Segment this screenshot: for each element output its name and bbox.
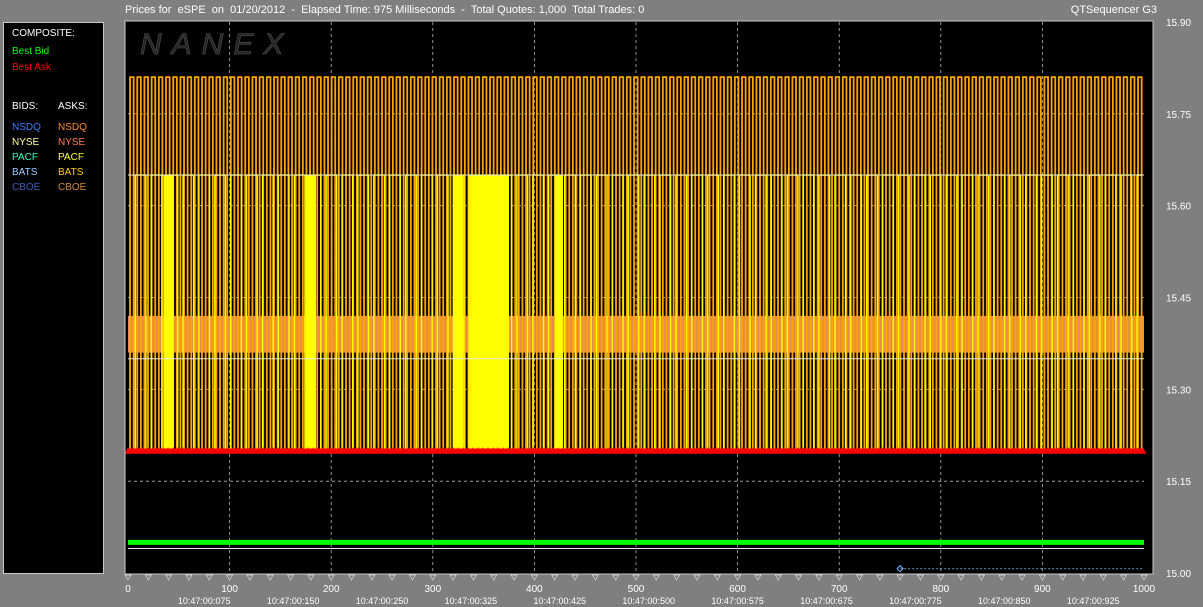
x-axis-marker bbox=[612, 574, 620, 581]
y-tick-label: 15.60 bbox=[1166, 202, 1191, 213]
x-axis-marker bbox=[652, 574, 660, 581]
x-axis-marker bbox=[754, 574, 762, 581]
x-axis-marker bbox=[490, 574, 498, 581]
x-axis-marker bbox=[1079, 574, 1087, 581]
x-axis-marker bbox=[1059, 574, 1067, 581]
time-label: 10:47:00:150 bbox=[267, 596, 320, 606]
x-tick-label: 600 bbox=[729, 584, 746, 595]
x-axis-marker bbox=[916, 574, 925, 581]
price-chart: NANEX 15.00 15.15 15.30 15.45 15.60 15.75 15.9… bbox=[124, 18, 1191, 606]
x-axis-marker bbox=[1120, 574, 1128, 581]
x-axis-marker bbox=[408, 574, 417, 581]
x-axis-marker bbox=[876, 574, 884, 581]
x-axis-marker bbox=[388, 574, 396, 581]
x-axis-marker bbox=[1099, 574, 1107, 581]
x-axis-marker bbox=[165, 574, 173, 581]
y-tick-label: 15.90 bbox=[1166, 18, 1191, 29]
x-tick-label: 700 bbox=[831, 584, 848, 595]
x-axis-marker bbox=[1140, 574, 1148, 581]
x-tick-label: 800 bbox=[932, 584, 949, 595]
x-axis-marker bbox=[510, 574, 518, 581]
x-axis-marker bbox=[998, 574, 1006, 581]
x-axis-marker bbox=[957, 574, 965, 581]
time-label: 10:47:00:325 bbox=[445, 596, 498, 606]
x-axis-marker bbox=[124, 574, 132, 581]
x-axis-marker bbox=[571, 574, 579, 581]
series-ask-yellow-block bbox=[468, 175, 509, 451]
y-tick-label: 15.75 bbox=[1166, 110, 1191, 121]
x-axis-marker bbox=[307, 574, 315, 581]
time-label: 10:47:00:850 bbox=[978, 596, 1031, 606]
x-axis-marker bbox=[591, 574, 599, 581]
time-label: 10:47:00:675 bbox=[800, 596, 853, 606]
x-axis-marker bbox=[530, 574, 539, 581]
x-tick-label: 500 bbox=[628, 584, 645, 595]
x-axis-marker bbox=[673, 574, 681, 581]
time-label: 10:47:00:250 bbox=[356, 596, 409, 606]
x-axis-marker bbox=[733, 574, 742, 581]
y-tick-label: 15.30 bbox=[1166, 385, 1191, 396]
x-axis-marker bbox=[469, 574, 478, 581]
x-tick-label: 400 bbox=[526, 584, 543, 595]
x-axis-marker bbox=[225, 574, 234, 581]
x-axis-marker bbox=[977, 574, 986, 581]
x-axis-marker bbox=[266, 574, 274, 581]
time-label: 10:47:00:775 bbox=[889, 596, 942, 606]
x-axis-marker bbox=[205, 574, 213, 581]
time-label: 10:47:00:425 bbox=[534, 596, 587, 606]
x-axis-marker bbox=[896, 574, 904, 581]
x-axis-marker bbox=[144, 574, 152, 581]
x-axis: 0 100 200 300 400 500 600 700 800 900 1000 10:47:00… bbox=[124, 574, 1156, 606]
y-axis: 15.00 15.15 15.30 15.45 15.60 15.75 15.90 bbox=[1166, 18, 1191, 580]
x-axis-marker bbox=[815, 574, 823, 581]
x-axis-marker bbox=[632, 574, 640, 581]
x-axis-marker bbox=[835, 574, 843, 581]
time-label: 10:47:00:500 bbox=[622, 596, 675, 606]
x-axis-marker bbox=[327, 574, 335, 581]
x-axis-marker bbox=[693, 574, 701, 581]
x-axis-marker bbox=[794, 574, 803, 581]
time-label: 10:47:00:075 bbox=[178, 596, 231, 606]
x-tick-label: 100 bbox=[221, 584, 238, 595]
x-axis-marker bbox=[774, 574, 782, 581]
x-tick-label: 200 bbox=[323, 584, 340, 595]
x-axis-marker bbox=[246, 574, 254, 581]
y-tick-label: 15.45 bbox=[1166, 294, 1191, 305]
series-ask-yellow-block bbox=[163, 175, 174, 451]
x-axis-marker bbox=[449, 574, 457, 581]
x-axis-marker bbox=[185, 574, 193, 581]
x-tick-label: 900 bbox=[1034, 584, 1051, 595]
time-label: 10:47:00:575 bbox=[711, 596, 764, 606]
x-tick-label: 300 bbox=[424, 584, 441, 595]
time-label: 10:47:00:925 bbox=[1067, 596, 1120, 606]
x-axis-marker bbox=[368, 574, 376, 581]
x-axis-marker bbox=[855, 574, 864, 581]
x-axis-marker bbox=[937, 574, 945, 581]
x-axis-marker bbox=[347, 574, 356, 581]
x-axis-marker bbox=[1018, 574, 1026, 581]
series-ask-yellow-block bbox=[453, 175, 464, 451]
x-axis-marker bbox=[1038, 574, 1047, 581]
x-axis-marker bbox=[551, 574, 559, 581]
x-tick-label: 0 bbox=[125, 584, 131, 595]
x-axis-marker bbox=[429, 574, 437, 581]
y-tick-label: 15.00 bbox=[1166, 569, 1191, 580]
x-axis-marker bbox=[713, 574, 721, 581]
x-axis-marker bbox=[286, 574, 295, 581]
x-tick-label: 1000 bbox=[1133, 584, 1156, 595]
y-tick-label: 15.15 bbox=[1166, 477, 1191, 488]
watermark: NANEX bbox=[140, 28, 293, 61]
